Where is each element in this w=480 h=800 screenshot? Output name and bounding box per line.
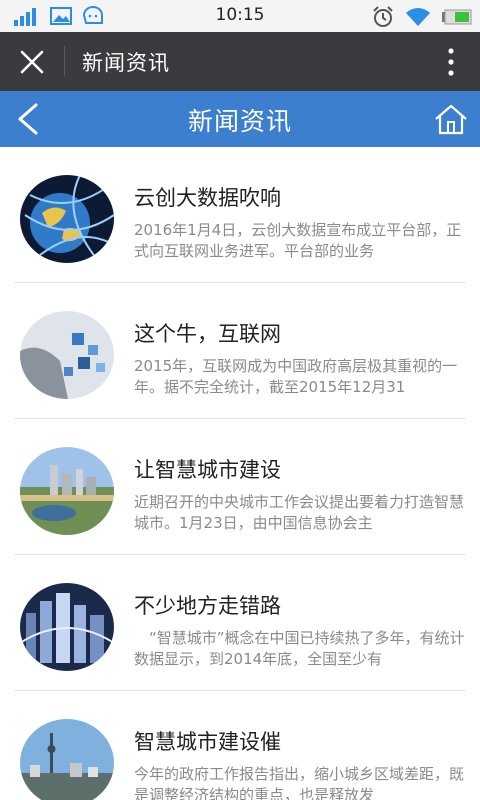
news-summary: 2015年，互联网成为中国政府高层极其重视的一年。据不完全统计，截至2015年1…	[134, 357, 458, 396]
page-header: 新闻资讯	[0, 91, 480, 147]
news-list: 云创大数据吹响 2016年1月4日，云创大数据宣布成立平台部，正式向互联网业务进…	[0, 147, 480, 800]
news-summary: “智慧城市”概念在中国已持续热了多年，有统计数据显示，到2014年底，全国至少有	[134, 629, 465, 668]
news-title: 云创大数据吹响	[134, 186, 281, 210]
news-item[interactable]: 不少地方走错路 “智慧城市”概念在中国已持续热了多年，有统计数据显示，到2014…	[14, 555, 466, 691]
news-item[interactable]: 智慧城市建设催 今年的政府工作报告指出，缩小城乡区域差距，既是调整经济结构的重点…	[14, 691, 466, 800]
news-title: 不少地方走错路	[134, 594, 281, 618]
news-thumbnail	[20, 447, 114, 535]
app-bar: 新闻资讯	[0, 32, 480, 91]
news-title: 智慧城市建设催	[134, 730, 281, 754]
news-summary: 今年的政府工作报告指出，缩小城乡区域差距，既是调整经济结构的重点，也是释放发	[134, 765, 465, 800]
news-thumbnail	[20, 583, 114, 671]
news-summary: 2016年1月4日，云创大数据宣布成立平台部，正式向互联网业务进军。平台部的业务	[134, 221, 462, 260]
news-item[interactable]: 这个牛，互联网 2015年，互联网成为中国政府高层极其重视的一年。据不完全统计，…	[14, 283, 466, 419]
news-thumbnail	[20, 175, 114, 263]
status-bar: 10:15	[0, 0, 480, 32]
home-icon[interactable]	[434, 103, 468, 135]
page-title: 新闻资讯	[187, 107, 292, 136]
news-item[interactable]: 云创大数据吹响 2016年1月4日，云创大数据宣布成立平台部，正式向互联网业务进…	[14, 147, 466, 283]
news-thumbnail	[20, 719, 114, 800]
alarm-icon	[373, 6, 393, 27]
status-right-icons	[372, 6, 472, 28]
news-title: 这个牛，互联网	[134, 322, 281, 346]
close-icon[interactable]	[18, 48, 46, 76]
news-thumbnail	[20, 311, 114, 399]
app-bar-title: 新闻资讯	[82, 51, 170, 75]
app-bar-divider	[64, 46, 65, 76]
news-item[interactable]: 让智慧城市建设 近期召开的中央城市工作会议提出要着力打造智慧城市。1月23日，由…	[14, 419, 466, 555]
news-summary: 近期召开的中央城市工作会议提出要着力打造智慧城市。1月23日，由中国信息协会主	[134, 493, 465, 532]
more-options-icon[interactable]	[448, 48, 454, 76]
battery-icon	[442, 9, 472, 25]
news-title: 让智慧城市建设	[134, 458, 281, 482]
wifi-icon	[406, 8, 430, 26]
